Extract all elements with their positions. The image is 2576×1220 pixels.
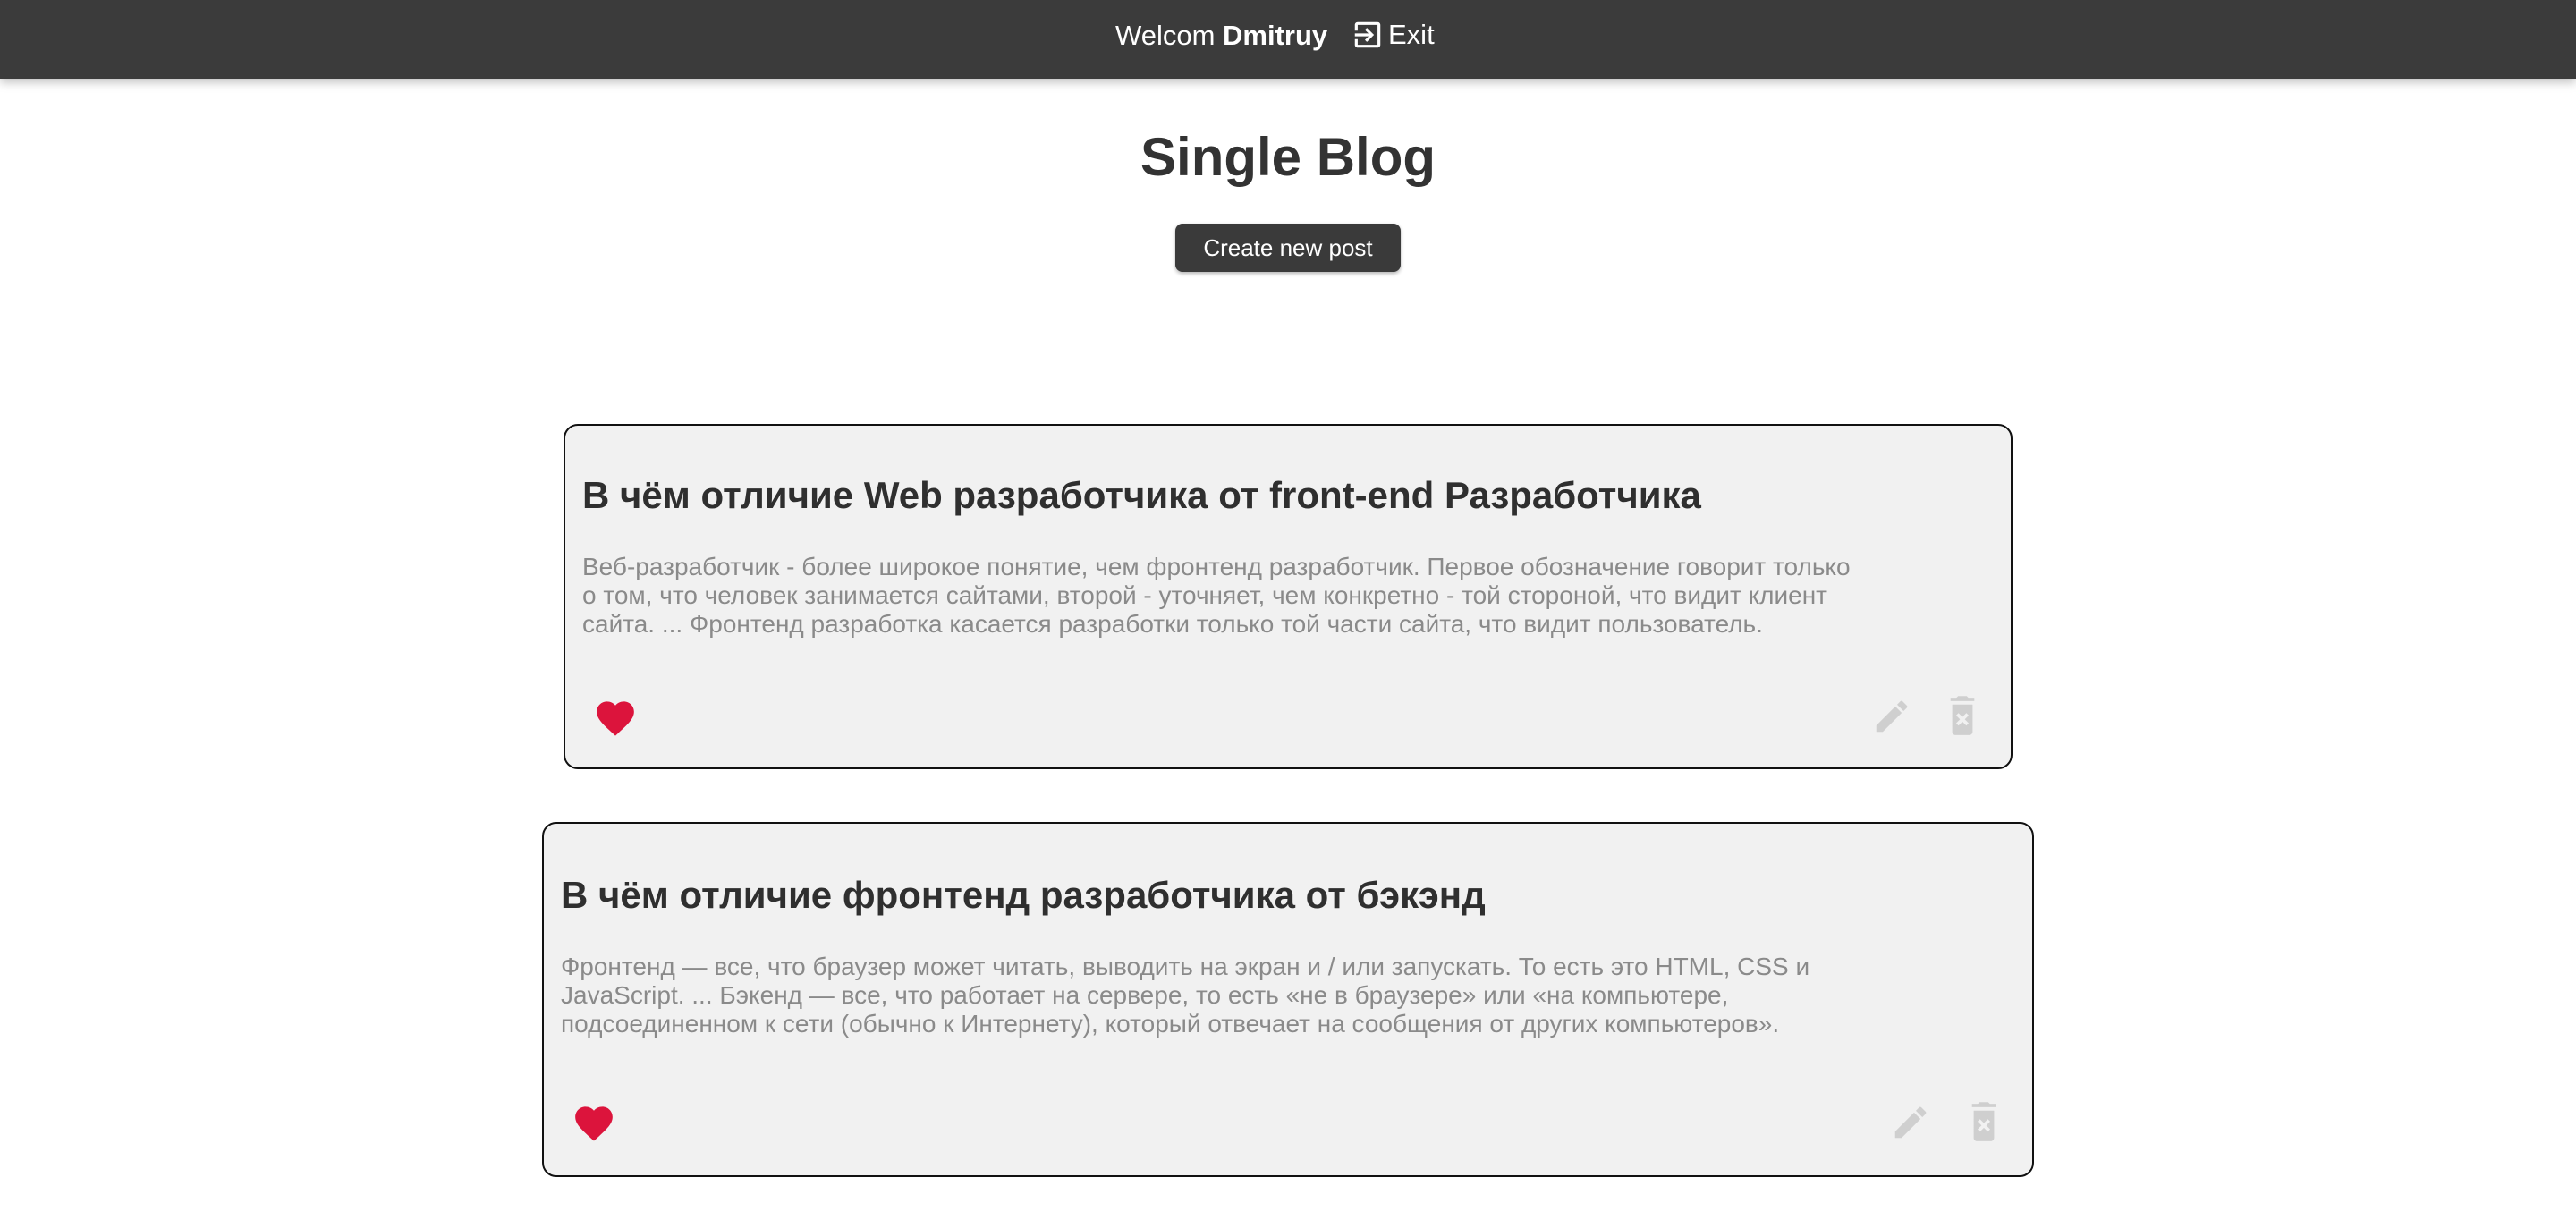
- post-body: Фронтенд — все, что браузер может читать…: [561, 953, 1810, 1038]
- username: Dmitruy: [1223, 20, 1328, 51]
- top-bar: Welcom Dmitruy Exit: [0, 0, 2576, 79]
- exit-button[interactable]: Exit: [1351, 16, 1435, 54]
- heart-icon[interactable]: [572, 1101, 616, 1142]
- heart-icon[interactable]: [593, 696, 638, 737]
- exit-label: Exit: [1388, 19, 1435, 50]
- post-card: В чём отличие Web разработчика от front-…: [564, 424, 2012, 769]
- create-new-post-button[interactable]: Create new post: [1175, 224, 1401, 272]
- trash-icon[interactable]: [1967, 1102, 2001, 1143]
- post-title: В чём отличие Web разработчика от front-…: [582, 474, 1701, 516]
- pencil-icon[interactable]: [1890, 1102, 1931, 1143]
- post-card: В чём отличие фронтенд разработчика от б…: [542, 822, 2034, 1177]
- post-body: Веб-разработчик - более широкое понятие,…: [582, 553, 1851, 638]
- pencil-icon[interactable]: [1871, 696, 1912, 737]
- welcome-text: Welcom: [1115, 20, 1216, 51]
- post-title: В чём отличие фронтенд разработчика от б…: [561, 874, 1486, 916]
- trash-icon[interactable]: [1945, 696, 1979, 737]
- page-title: Single Blog: [1140, 127, 1436, 187]
- exit-icon: [1351, 18, 1385, 52]
